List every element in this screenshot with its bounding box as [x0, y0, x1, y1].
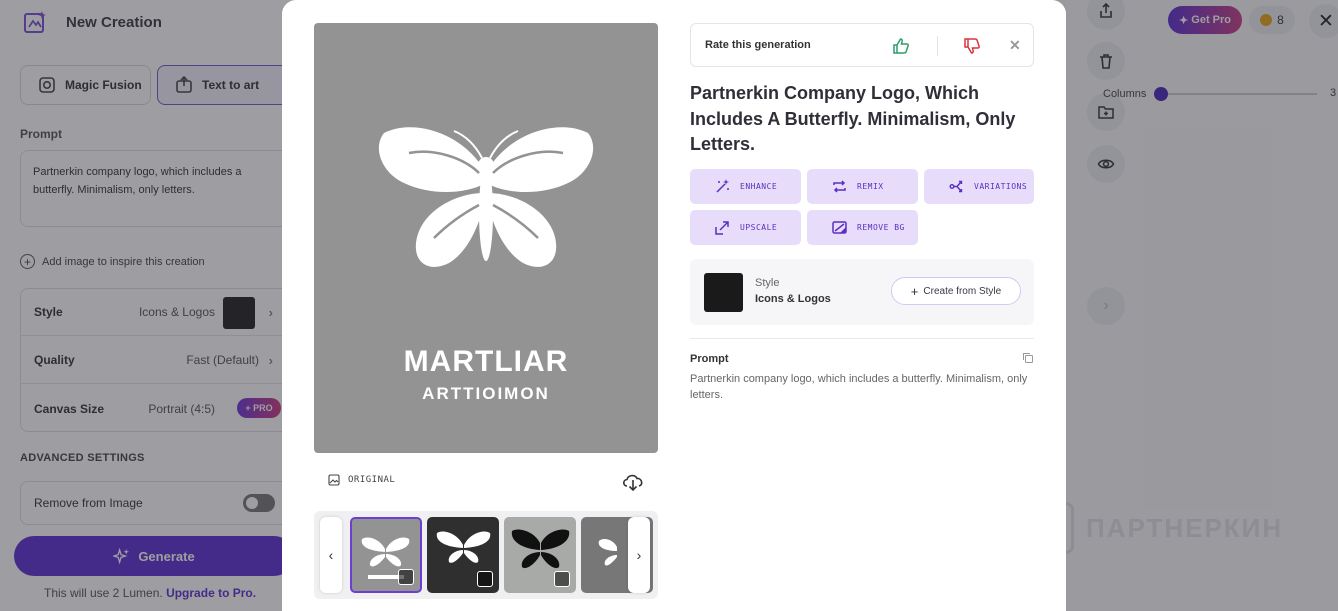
generation-detail-modal: MARTLIAR ARTTIOIMON ORIGINAL ‹ › Rate th… [282, 0, 1066, 611]
create-from-style-button[interactable]: + Create from Style [891, 277, 1021, 305]
close-rating-icon[interactable]: ✕ [1009, 37, 1021, 54]
image-icon [477, 571, 493, 587]
modal-prompt-label: Prompt [690, 353, 729, 365]
create-from-style-label: Create from Style [923, 285, 1002, 297]
thumbnails-prev-button[interactable]: ‹ [320, 517, 342, 593]
rate-divider [937, 36, 938, 56]
remove-bg-icon [832, 221, 847, 234]
copy-icon[interactable] [1022, 352, 1034, 364]
logo-subtext: ARTTIOIMON [422, 384, 550, 403]
original-toggle[interactable]: ORIGINAL [328, 474, 395, 486]
variations-label: VARIATIONS [974, 182, 1028, 191]
generation-thumbnails: ‹ › [314, 511, 658, 599]
thumbs-up-icon[interactable] [891, 36, 911, 56]
style-thumbnail [704, 273, 743, 312]
thumbnail-3[interactable] [504, 517, 576, 593]
remove-bg-label: REMOVE BG [857, 223, 905, 232]
chevron-right-icon: › [636, 547, 642, 563]
generation-title: Partnerkin Company Logo, Which Includes … [690, 83, 1016, 154]
enhance-button[interactable]: ENHANCE [690, 169, 801, 204]
variations-button[interactable]: VARIATIONS [924, 169, 1034, 204]
upscale-label: UPSCALE [740, 223, 778, 232]
remix-icon [833, 180, 846, 193]
plus-icon: + [910, 283, 919, 299]
app-root: New Creation Magic Fusion Text to art Pr… [0, 0, 1338, 611]
remix-label: REMIX [857, 182, 884, 191]
thumbnail-1[interactable] [350, 517, 422, 593]
enhance-icon [716, 179, 729, 193]
chevron-left-icon: ‹ [328, 547, 334, 563]
butterfly-graphic [378, 127, 594, 267]
enhance-label: ENHANCE [740, 182, 778, 191]
image-icon [328, 474, 340, 486]
thumbnail-2[interactable] [427, 517, 499, 593]
upscale-icon [715, 221, 729, 235]
modal-prompt-text: Partnerkin company logo, which includes … [690, 373, 1028, 401]
image-icon [554, 571, 570, 587]
remove-bg-button[interactable]: REMOVE BG [807, 210, 918, 245]
style-card: Style Icons & Logos + Create from Style [690, 259, 1034, 325]
style-card-value: Icons & Logos [755, 293, 831, 305]
upscale-button[interactable]: UPSCALE [690, 210, 801, 245]
section-divider [690, 338, 1034, 339]
image-icon [398, 569, 414, 585]
thumbnails-next-button[interactable]: › [628, 517, 650, 593]
original-label: ORIGINAL [348, 475, 396, 485]
style-card-label: Style [755, 277, 780, 289]
remix-button[interactable]: REMIX [807, 169, 918, 204]
thumbs-down-icon[interactable] [962, 36, 982, 56]
generated-image[interactable]: MARTLIAR ARTTIOIMON [314, 23, 658, 453]
rate-label: Rate this generation [705, 39, 811, 51]
variations-icon [949, 180, 963, 193]
logo-wordmark: MARTLIAR [403, 345, 569, 378]
rate-generation-bar: Rate this generation ✕ [690, 23, 1034, 67]
download-icon[interactable] [621, 471, 645, 493]
